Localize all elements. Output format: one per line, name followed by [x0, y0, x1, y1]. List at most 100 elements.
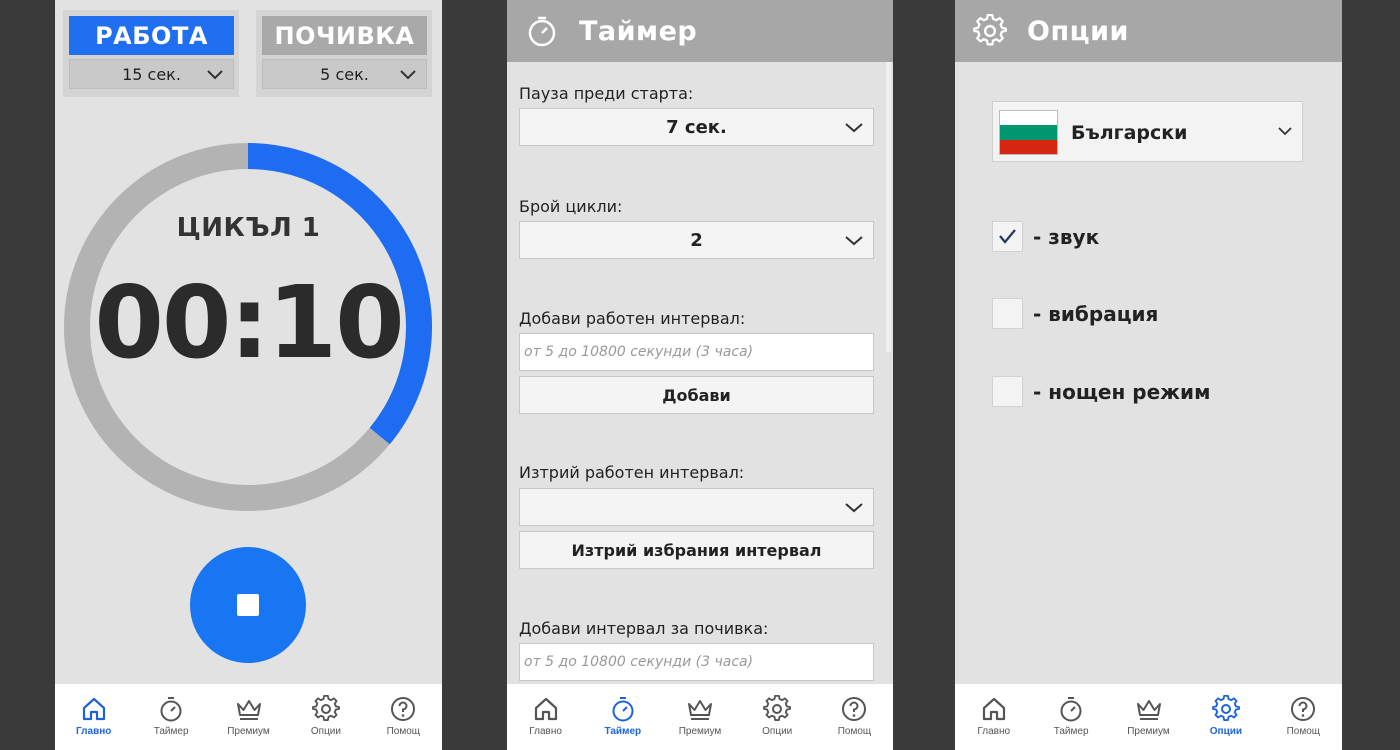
help-icon [842, 697, 867, 721]
checkmark-icon [999, 229, 1016, 244]
work-duration-value: 15 сек. [122, 64, 181, 84]
nav-timer[interactable]: Таймер [584, 684, 661, 750]
stopwatch-icon [160, 697, 182, 722]
help-icon [1291, 697, 1316, 721]
nav-home[interactable]: Главно [55, 684, 132, 750]
options-screen: Опции Български - звук - вибрация - ноще… [955, 0, 1342, 750]
pause-label: Пауза преди старта: [519, 84, 694, 103]
delete-select[interactable] [519, 488, 874, 526]
cycles-select[interactable]: 2 [519, 221, 874, 259]
nav-premium[interactable]: Премиум [1110, 684, 1187, 750]
crown-icon [1136, 700, 1161, 720]
nav-premium[interactable]: Премиум [661, 684, 738, 750]
work-title[interactable]: РАБОТА [69, 16, 234, 55]
work-duration-select[interactable]: 15 сек. [69, 59, 234, 89]
vibration-label: - вибрация [1033, 301, 1159, 326]
add-work-label: Добави работен интервал: [519, 309, 746, 328]
gear-icon [311, 695, 340, 721]
add-work-input[interactable] [519, 333, 874, 371]
nav-options-label: Опции [1209, 726, 1243, 737]
rest-duration-select[interactable]: 5 сек. [262, 59, 427, 89]
language-select[interactable]: Български [992, 101, 1303, 162]
cycles-value: 2 [690, 229, 703, 251]
gear-icon [973, 14, 1007, 46]
page-title: Опции [1027, 15, 1129, 47]
nav-home-label: Главно [529, 726, 562, 737]
timer-header: Таймер [507, 0, 893, 62]
home-icon [82, 697, 105, 721]
nav-options[interactable]: Опции [739, 684, 816, 750]
stopwatch-icon [612, 697, 634, 722]
night-mode-option[interactable]: - нощен режим [992, 376, 1210, 407]
crown-icon [236, 700, 261, 720]
chevron-down-icon [845, 123, 863, 133]
options-header: Опции [955, 0, 1342, 62]
bottom-nav: Главно Таймер Премиум Опции Помощ [507, 684, 893, 750]
nav-timer[interactable]: Таймер [1032, 684, 1109, 750]
help-icon [391, 697, 416, 721]
nav-options-label: Опции [762, 726, 793, 737]
add-rest-label: Добави интервал за почивка: [519, 619, 769, 638]
nav-premium-label: Премиум [227, 726, 270, 737]
nav-premium[interactable]: Премиум [210, 684, 287, 750]
chevron-down-icon [1278, 127, 1292, 136]
chevron-down-icon [845, 236, 863, 246]
stop-button[interactable] [190, 547, 306, 663]
nav-help-label: Помощ [1286, 726, 1321, 737]
add-button[interactable]: Добави [519, 376, 874, 414]
language-value: Български [1071, 122, 1188, 144]
home-icon [982, 697, 1005, 721]
countdown-time: 00:10 [94, 264, 404, 381]
bottom-nav: Главно Таймер Премиум Опции Помощ [955, 684, 1342, 750]
scrollbar[interactable] [886, 62, 891, 352]
page-title: Таймер [579, 15, 698, 47]
nav-home-label: Главно [977, 726, 1011, 737]
nav-home[interactable]: Главно [507, 684, 584, 750]
nav-options[interactable]: Опции [287, 684, 364, 750]
nav-premium-label: Премиум [678, 726, 722, 737]
nav-timer-label: Таймер [1053, 726, 1089, 737]
home-icon [534, 697, 557, 721]
nav-options[interactable]: Опции [1187, 684, 1264, 750]
stop-icon [237, 594, 259, 616]
chevron-down-icon [400, 70, 416, 80]
chevron-down-icon [207, 70, 223, 80]
nav-help[interactable]: Помощ [1265, 684, 1342, 750]
chevron-down-icon [845, 503, 863, 513]
rest-title[interactable]: ПОЧИВКА [262, 16, 427, 55]
crown-icon [688, 700, 712, 720]
rest-card: ПОЧИВКА 5 сек. [256, 10, 432, 97]
nav-timer-label: Таймер [604, 726, 642, 737]
delete-button[interactable]: Изтрий избрания интервал [519, 531, 874, 569]
gear-icon [763, 695, 792, 721]
night-mode-label: - нощен режим [1033, 379, 1211, 404]
night-mode-checkbox[interactable] [992, 376, 1023, 407]
gear-icon [1211, 695, 1240, 721]
nav-help[interactable]: Помощ [365, 684, 442, 750]
cycles-label: Брой цикли: [519, 197, 623, 216]
nav-timer-label: Таймер [153, 726, 189, 737]
rest-duration-value: 5 сек. [320, 64, 369, 84]
stopwatch-icon [1060, 697, 1082, 722]
main-screen: РАБОТА 15 сек. ПОЧИВКА 5 сек. ЦИКЪЛ 1 00… [55, 0, 442, 750]
timer-screen: Таймер Пауза преди старта: 7 сек. Брой ц… [507, 0, 893, 750]
nav-help[interactable]: Помощ [816, 684, 893, 750]
bottom-nav: Главно Таймер Премиум Опции Помощ [55, 684, 442, 750]
nav-help-label: Помощ [837, 726, 872, 737]
vibration-checkbox[interactable] [992, 298, 1023, 329]
pause-select[interactable]: 7 сек. [519, 108, 874, 146]
sound-option[interactable]: - звук [992, 221, 1099, 252]
sound-checkbox[interactable] [992, 221, 1023, 252]
cycle-label: ЦИКЪЛ 1 [176, 213, 321, 243]
add-rest-input[interactable] [519, 643, 874, 681]
pause-value: 7 сек. [666, 116, 727, 138]
stopwatch-icon [528, 16, 556, 47]
nav-help-label: Помощ [386, 726, 421, 737]
nav-premium-label: Премиум [1127, 726, 1170, 737]
nav-options-label: Опции [310, 726, 341, 737]
nav-home[interactable]: Главно [955, 684, 1032, 750]
nav-home-label: Главно [76, 726, 112, 737]
vibration-option[interactable]: - вибрация [992, 298, 1158, 329]
nav-timer[interactable]: Таймер [132, 684, 209, 750]
delete-work-label: Изтрий работен интервал: [519, 463, 745, 482]
